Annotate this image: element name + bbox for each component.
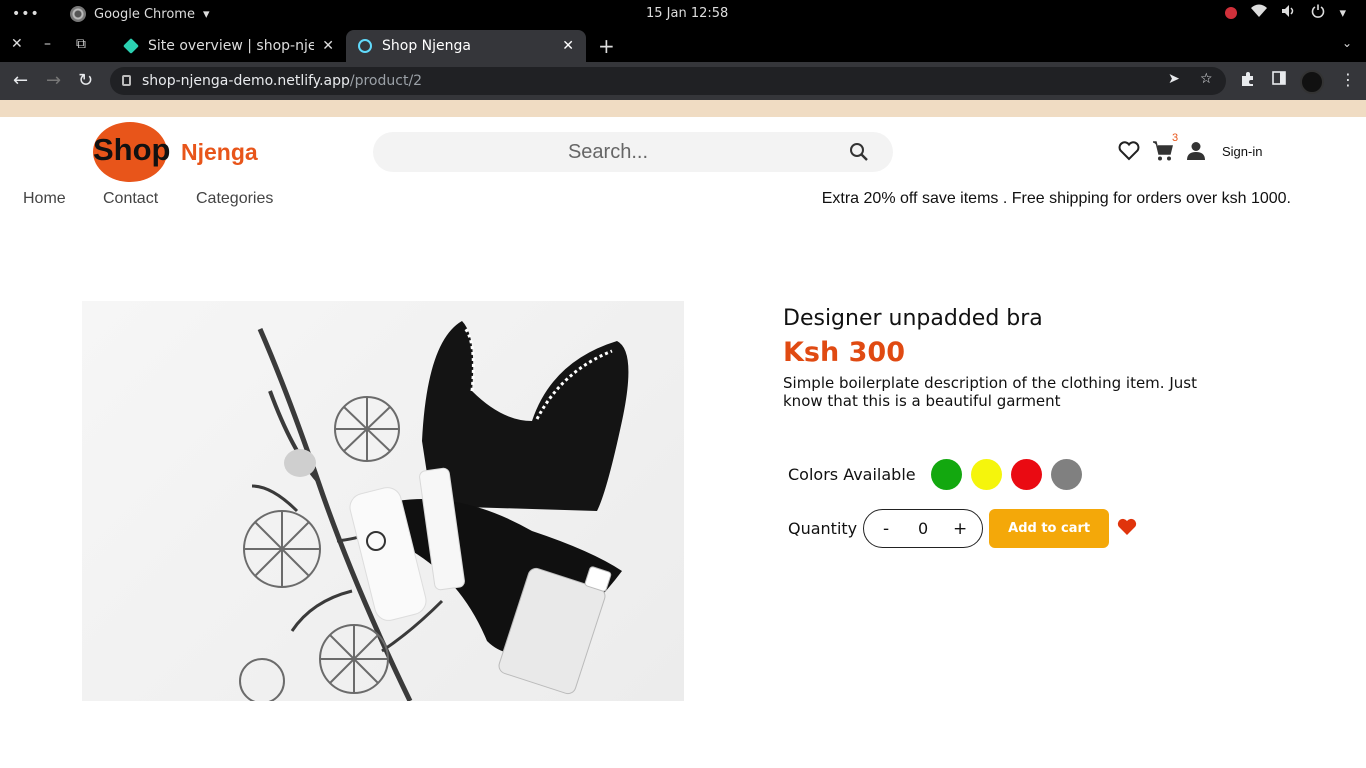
product-name: Designer unpadded bra	[783, 306, 1043, 331]
tab-search-icon[interactable]: ⌄	[1342, 36, 1352, 50]
logo-brand-text: Njenga	[181, 138, 258, 165]
wishlist-heart-icon[interactable]	[1118, 141, 1140, 165]
quantity-row: Quantity - 0 + Add to cart	[788, 509, 1137, 548]
tab-strip: ✕ – ⧉ Site overview | shop-njenga ✕ Shop…	[0, 28, 1366, 62]
activities-menu[interactable]: •••	[12, 6, 40, 22]
tab-site-overview[interactable]: Site overview | shop-njenga ✕	[112, 30, 346, 62]
wifi-icon	[1251, 4, 1268, 22]
address-bar[interactable]: shop-njenga-demo.netlify.app/product/2	[110, 67, 1226, 95]
logo-circle: Shop	[93, 122, 171, 182]
color-swatch-yellow[interactable]	[970, 459, 1002, 490]
close-icon[interactable]: ✕	[322, 38, 334, 54]
netlify-icon	[123, 38, 139, 54]
cart-count-badge: 3	[1172, 132, 1179, 144]
quantity-label: Quantity	[788, 519, 858, 538]
decrement-button[interactable]: -	[874, 519, 898, 539]
recording-indicator-icon	[1225, 7, 1238, 19]
react-icon	[358, 39, 372, 53]
tab-title: Site overview | shop-njenga	[148, 38, 315, 54]
chevron-down-icon: ▾	[202, 6, 210, 22]
back-icon[interactable]: ←	[13, 70, 28, 91]
tab-shop-njenga[interactable]: Shop Njenga ✕	[346, 30, 586, 62]
add-to-cart-button[interactable]: Add to cart	[989, 509, 1110, 548]
page-content: Shop Njenga 3 Sign-in Home Contact Categ…	[0, 100, 1366, 768]
quantity-stepper: - 0 +	[863, 509, 984, 548]
app-name: Google Chrome	[94, 6, 195, 22]
product-price: Ksh 300	[783, 337, 905, 368]
reload-icon[interactable]: ↻	[78, 70, 93, 91]
cart-icon[interactable]	[1152, 140, 1174, 166]
color-swatch-green[interactable]	[930, 459, 962, 490]
color-swatch-gray[interactable]	[1050, 459, 1082, 490]
app-menu[interactable]: Google Chrome ▾	[70, 6, 210, 22]
lock-icon	[122, 75, 131, 86]
top-color-strip	[0, 100, 1366, 117]
product-image	[82, 301, 684, 701]
increment-button[interactable]: +	[948, 519, 972, 539]
signin-link[interactable]: Sign-in	[1222, 144, 1262, 159]
clock[interactable]: 15 Jan 12:58	[646, 6, 728, 21]
search-input[interactable]	[373, 132, 843, 172]
url-host: shop-njenga-demo.netlify.app	[142, 73, 350, 89]
close-icon[interactable]: ✕	[562, 38, 574, 54]
tab-title: Shop Njenga	[382, 38, 471, 54]
promo-banner-text: Extra 20% off save items . Free shipping…	[821, 190, 1291, 207]
logo-shop-text: Shop	[93, 132, 171, 167]
url-path: /product/2	[349, 73, 423, 89]
nav-item-categories[interactable]: Categories	[196, 190, 273, 208]
product-details: Designer unpadded bra Ksh 300 Simple boi…	[783, 306, 1203, 410]
color-swatch-red[interactable]	[1010, 459, 1042, 490]
nav-item-contact[interactable]: Contact	[103, 190, 158, 208]
side-panel-icon[interactable]	[1272, 71, 1286, 89]
user-icon[interactable]	[1186, 141, 1206, 165]
color-options: Colors Available	[788, 459, 1082, 490]
minimize-window-icon[interactable]: –	[44, 36, 51, 52]
search-bar	[373, 132, 893, 172]
send-icon[interactable]: ➤	[1168, 71, 1180, 87]
favorite-heart-icon[interactable]	[1117, 518, 1137, 540]
restore-window-icon[interactable]: ⧉	[76, 36, 86, 52]
search-icon[interactable]	[849, 142, 869, 162]
system-tray[interactable]: ▾	[1225, 4, 1346, 22]
chrome-icon	[70, 6, 86, 22]
more-options-icon[interactable]: ⋮	[1340, 70, 1356, 89]
chevron-down-icon: ▾	[1339, 5, 1346, 21]
quantity-value[interactable]: 0	[918, 519, 928, 538]
os-top-bar: ••• Google Chrome ▾ 15 Jan 12:58 ▾	[0, 0, 1366, 28]
site-logo[interactable]: Shop Njenga	[93, 122, 258, 182]
profile-avatar[interactable]	[1300, 70, 1324, 94]
close-window-icon[interactable]: ✕	[11, 36, 23, 52]
colors-label: Colors Available	[788, 465, 916, 484]
bookmark-star-icon[interactable]: ☆	[1200, 71, 1213, 87]
nav-item-home[interactable]: Home	[23, 190, 66, 208]
volume-icon	[1281, 4, 1297, 22]
header-actions	[1118, 140, 1206, 166]
forward-icon[interactable]: →	[46, 70, 61, 91]
product-description: Simple boilerplate description of the cl…	[783, 374, 1197, 410]
extensions-puzzle-icon[interactable]	[1240, 71, 1256, 91]
power-icon	[1311, 4, 1325, 22]
new-tab-icon[interactable]: +	[598, 34, 615, 58]
browser-toolbar: ← → ↻ shop-njenga-demo.netlify.app/produ…	[0, 62, 1366, 100]
